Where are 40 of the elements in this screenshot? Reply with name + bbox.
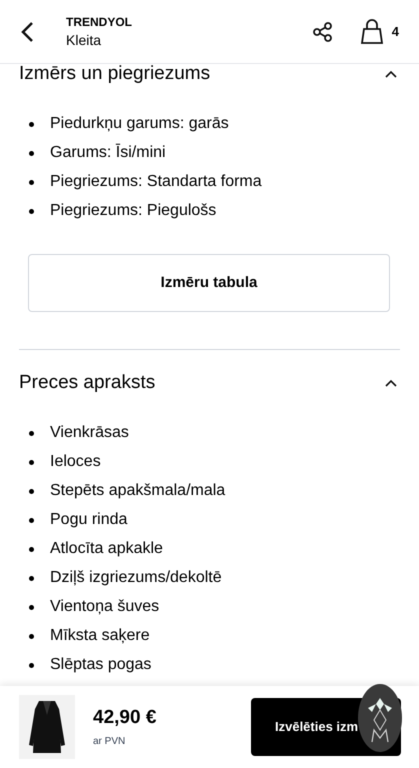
bullet-icon: [29, 150, 34, 156]
bullet-icon: [29, 208, 34, 214]
list-item: Garums: Īsi/mini: [50, 142, 166, 163]
bullet-icon: [29, 604, 34, 610]
bullet-icon: [29, 430, 34, 436]
list-item: Vientoņa šuves: [50, 597, 160, 617]
bullet-icon: [29, 488, 34, 494]
list-item: Slēptas pogas: [50, 655, 152, 675]
list-item: Mīksta saķere: [50, 626, 150, 646]
bullet-icon: [29, 518, 34, 522]
bullet-icon: [29, 662, 34, 668]
floating-logo-toast[interactable]: [358, 684, 402, 752]
bullet-icon: [29, 546, 34, 552]
back-icon[interactable]: [20, 20, 34, 42]
bullet-icon: [29, 460, 34, 464]
brand-name: TRENDYOL: [66, 14, 132, 30]
bullet-icon: [29, 634, 34, 638]
bullet-icon: [29, 122, 34, 126]
section-title[interactable]: Izmērs un piegriezums: [19, 64, 210, 84]
bullet-icon: [29, 576, 34, 580]
collapse-icon[interactable]: [385, 70, 397, 78]
list-item: Piedurkņu garums: garās: [50, 114, 229, 134]
size-chart-button[interactable]: Izmēru tabula: [28, 254, 390, 312]
share-icon[interactable]: [312, 20, 334, 42]
list-item: Pogu rinda: [50, 510, 128, 530]
list-item: Stepēts apakšmala/mala: [50, 481, 226, 501]
collapse-icon[interactable]: [385, 379, 397, 387]
page-title: Kleita: [66, 30, 102, 50]
shopping-bag-icon[interactable]: [360, 18, 384, 44]
list-item: Piegriezums: Standarta forma: [50, 172, 262, 192]
price: 42,90 €: [93, 706, 156, 730]
cart-count: 4: [392, 22, 399, 41]
list-item: Ieloces: [50, 452, 101, 472]
bullet-icon: [29, 180, 34, 184]
price-note: ar PVN: [93, 734, 126, 748]
section-title[interactable]: Preces apraksts: [19, 373, 156, 393]
list-item: Piegriezums: Piegulošs: [50, 201, 216, 221]
list-item: Atlocīta apkakle: [50, 539, 163, 559]
list-item: Vienkrāsas: [50, 423, 129, 443]
list-item: Dziļš izgriezums/dekoltē: [50, 568, 222, 588]
